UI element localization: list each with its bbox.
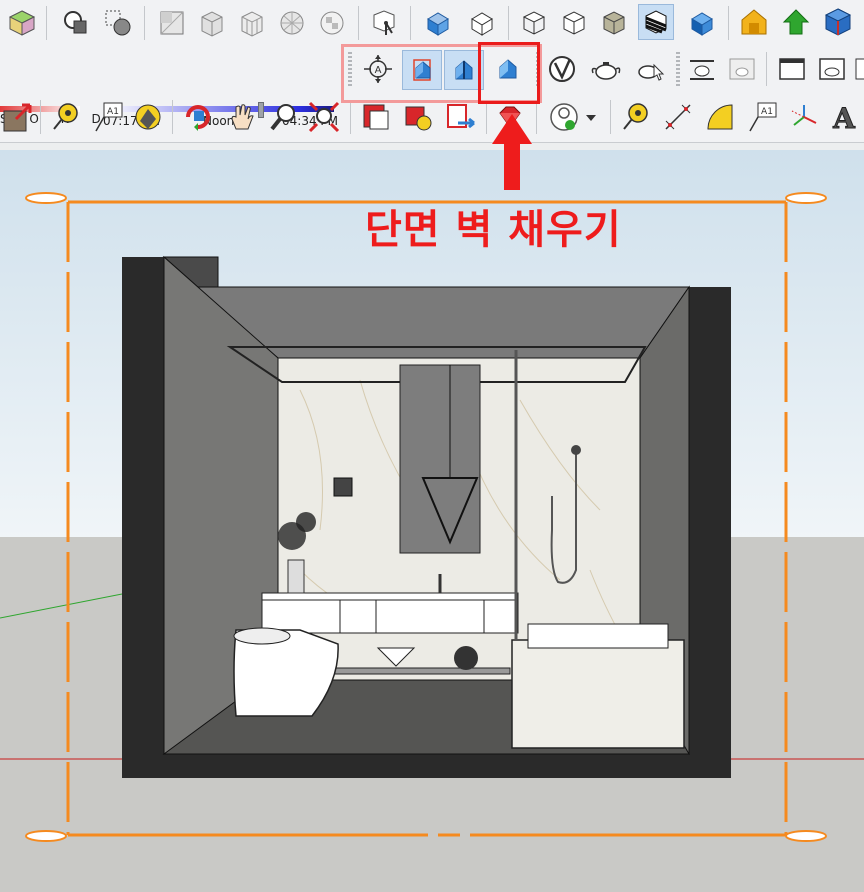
green-axis	[0, 593, 123, 619]
render-region-icon[interactable]	[814, 51, 850, 87]
view-left-icon[interactable]	[638, 4, 674, 40]
layout-icon[interactable]	[820, 4, 856, 40]
zoom-extents-icon[interactable]	[306, 99, 342, 135]
separator	[410, 6, 411, 40]
outer-shell-icon[interactable]	[58, 5, 94, 41]
vase	[287, 559, 305, 594]
back-edges-icon[interactable]	[194, 5, 230, 41]
separator	[728, 6, 729, 40]
mirror-cabinet	[399, 364, 481, 554]
callout-text: 단면 벽 채우기	[365, 207, 622, 253]
section-floor	[122, 754, 731, 778]
frame-buffer-icon[interactable]	[724, 51, 760, 87]
view-bottom-icon[interactable]	[684, 5, 720, 41]
section-wall-left	[122, 257, 164, 760]
warehouse-icon[interactable]	[736, 4, 772, 40]
bathtub	[511, 639, 685, 749]
svg-text:A: A	[832, 102, 856, 133]
separator	[350, 100, 351, 134]
account-icon[interactable]	[546, 99, 582, 135]
separator	[486, 100, 487, 134]
wall-fixture	[333, 477, 353, 497]
dimension-icon[interactable]	[660, 99, 696, 135]
separator	[40, 100, 41, 134]
tape-measure-icon[interactable]	[618, 99, 654, 135]
monochrome-icon[interactable]	[366, 5, 402, 41]
view-front-icon[interactable]	[516, 5, 552, 41]
toolbar-row-styles-views	[0, 0, 864, 46]
vanity	[261, 592, 519, 634]
shaded-textures-icon[interactable]	[314, 5, 350, 41]
toolbar-grip[interactable]	[676, 52, 680, 86]
text-tool-icon[interactable]: A1	[90, 99, 126, 135]
teapot-settings-icon[interactable]	[852, 51, 864, 87]
section-fill-highlight	[478, 42, 540, 104]
separator	[46, 6, 47, 40]
text-label-icon[interactable]: A1	[744, 99, 780, 135]
xray-icon[interactable]	[154, 5, 190, 41]
view-back-icon[interactable]	[596, 5, 632, 41]
paint-bucket-icon[interactable]	[130, 99, 166, 135]
extension-warehouse-icon[interactable]	[778, 4, 814, 40]
model-viewport[interactable]	[0, 150, 864, 892]
separator	[610, 100, 611, 134]
separator	[172, 100, 173, 134]
hidden-line-icon[interactable]	[274, 5, 310, 41]
separator	[508, 6, 509, 40]
axes-icon[interactable]	[786, 99, 822, 135]
components-icon[interactable]	[400, 99, 436, 135]
view-iso-icon[interactable]	[420, 5, 456, 41]
render-teapot-icon[interactable]	[588, 51, 624, 87]
import-icon[interactable]	[358, 99, 394, 135]
separator	[536, 100, 537, 134]
wireframe-icon[interactable]	[234, 5, 270, 41]
interactive-render-icon[interactable]	[632, 51, 668, 87]
export-icon[interactable]	[442, 99, 478, 135]
material-editor-icon[interactable]	[684, 51, 720, 87]
zoom-icon[interactable]	[266, 99, 302, 135]
separator	[358, 6, 359, 40]
model-scene	[0, 192, 864, 842]
tape-measure-icon[interactable]	[48, 99, 84, 135]
3d-text-icon[interactable]: A	[826, 99, 862, 135]
callout-arrow	[492, 114, 532, 190]
pan-icon[interactable]	[224, 99, 260, 135]
intersect-icon[interactable]	[100, 5, 136, 41]
protractor-icon[interactable]	[702, 99, 738, 135]
window-icon[interactable]	[774, 51, 810, 87]
chevron-down-icon[interactable]	[580, 99, 602, 135]
svg-text:A1: A1	[107, 107, 119, 117]
svg-text:A1: A1	[761, 107, 773, 117]
separator	[766, 52, 767, 86]
separator	[144, 6, 145, 40]
view-top-icon[interactable]	[464, 5, 500, 41]
orbit-icon[interactable]	[180, 99, 216, 135]
towel-roll	[454, 646, 478, 670]
solid-tools-icon[interactable]	[4, 5, 40, 41]
vray-icon[interactable]	[544, 51, 580, 87]
section-wall-right	[689, 287, 731, 760]
scale-icon[interactable]	[0, 99, 36, 135]
view-right-icon[interactable]	[556, 5, 592, 41]
